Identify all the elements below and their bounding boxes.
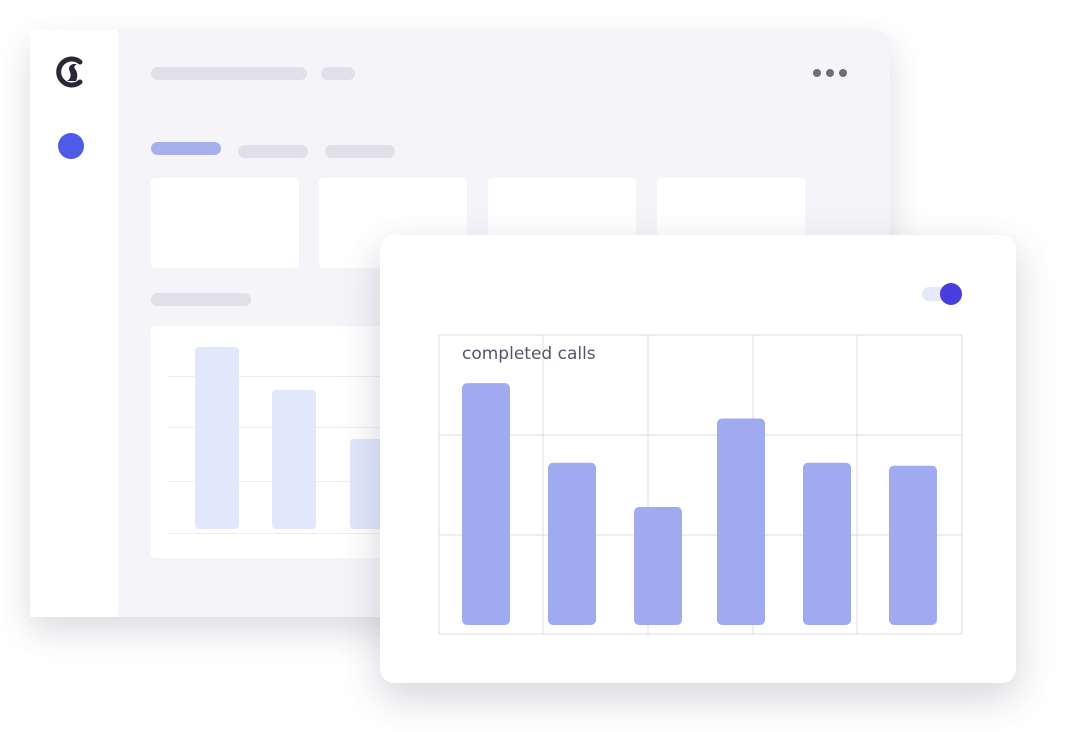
background-chart-bar <box>272 389 316 529</box>
tab-third[interactable] <box>325 145 395 158</box>
sidebar-item-active[interactable] <box>58 133 84 159</box>
chart-bar[interactable] <box>889 465 937 625</box>
chart-bar[interactable] <box>548 462 596 625</box>
brand-logo-icon[interactable] <box>54 54 92 90</box>
chart-card: completed calls <box>380 235 1016 683</box>
background-chart-bar <box>195 347 239 529</box>
more-horizontal-icon[interactable] <box>813 69 847 77</box>
tab-second[interactable] <box>238 145 308 158</box>
page-title-placeholder <box>151 67 307 80</box>
stat-card <box>151 178 299 268</box>
section-title-placeholder <box>151 293 251 306</box>
chart-bar[interactable] <box>717 418 765 626</box>
chart-title: completed calls <box>462 344 596 364</box>
sidebar <box>30 30 118 617</box>
tab-active[interactable] <box>151 142 221 155</box>
page-subtitle-placeholder <box>321 67 355 80</box>
completed-calls-chart: completed calls <box>438 334 963 635</box>
chart-bar[interactable] <box>634 507 682 625</box>
chart-bar[interactable] <box>803 462 851 625</box>
chart-bar[interactable] <box>462 383 510 625</box>
